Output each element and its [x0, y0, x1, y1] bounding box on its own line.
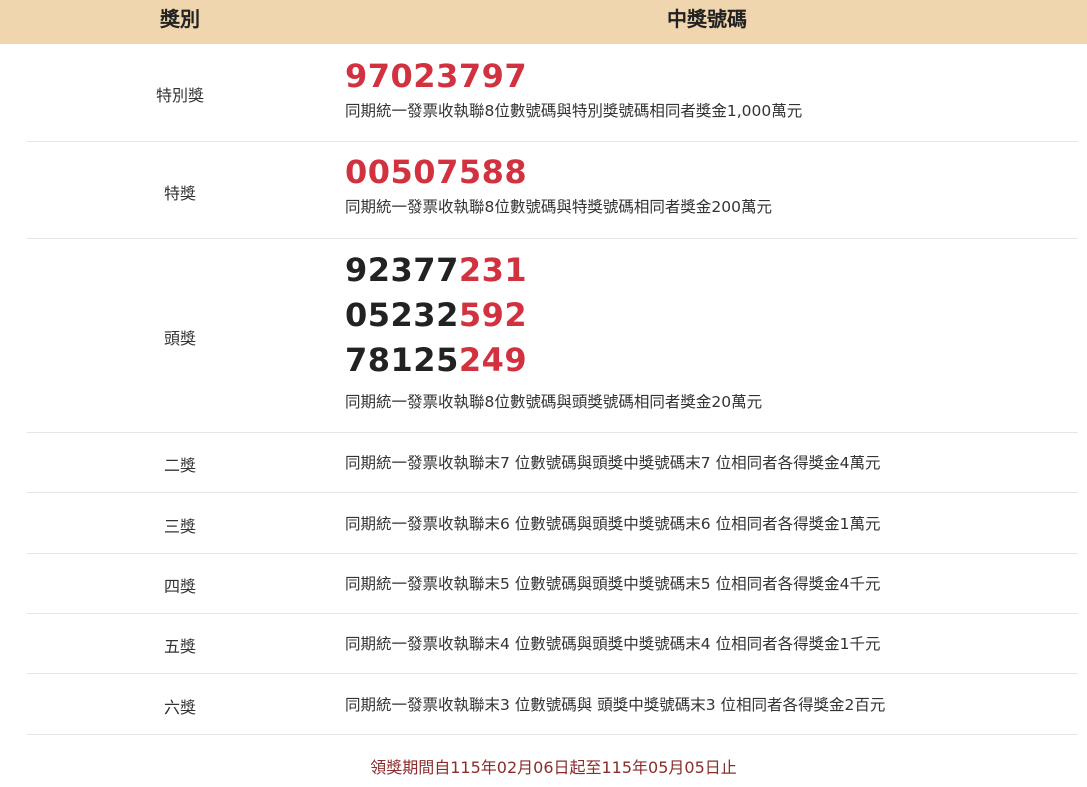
first-prize-number: 78125249 [345, 338, 762, 382]
prize-description: 同期統一發票收執聯8位數號碼與特獎號碼相同者獎金200萬元 [345, 198, 772, 216]
table-row-fourth-prize: 四獎 同期統一發票收執聯末5 位數號碼與頭獎中獎號碼末5 位相同者各得獎金4千元 [27, 554, 1078, 614]
grand-prize-number: 00507588 [345, 153, 528, 191]
prize-description: 同期統一發票收執聯8位數號碼與特別獎號碼相同者獎金1,000萬元 [345, 102, 803, 120]
prize-description: 同期統一發票收執聯末7 位數號碼與頭獎中獎號碼末7 位相同者各得獎金4萬元 [345, 454, 881, 472]
prize-description: 同期統一發票收執聯8位數號碼與頭獎號碼相同者獎金20萬元 [345, 393, 763, 411]
prize-table-page: 獎別 中獎號碼 特別獎 97023797 同期統一發票收執聯8位數號碼與特別獎號… [0, 0, 1087, 787]
table-row-third-prize: 三獎 同期統一發票收執聯末6 位數號碼與頭獎中獎號碼末6 位相同者各得獎金1萬元 [27, 493, 1078, 554]
table-row-first-prize: 頭獎 92377231 05232592 78125249 同期統一發票收執聯8… [27, 239, 1078, 433]
table-header: 獎別 中獎號碼 [0, 0, 1087, 44]
prize-name: 五獎 [163, 637, 196, 656]
claim-period-note: 領獎期間自115年02月06日起至115年05月05日止 [370, 758, 737, 777]
number-tail: 592 [458, 296, 528, 334]
table-row-second-prize: 二獎 同期統一發票收執聯末7 位數號碼與頭獎中獎號碼末7 位相同者各得獎金4萬元 [27, 433, 1078, 493]
header-prize-column: 獎別 [160, 7, 200, 31]
prize-name: 四獎 [163, 577, 196, 596]
number-head: 78125 [345, 341, 459, 379]
prize-name: 二獎 [163, 456, 196, 475]
number-head: 05232 [345, 296, 459, 334]
first-prize-number: 05232592 [345, 293, 762, 337]
number-tail: 249 [458, 341, 528, 379]
first-prize-number: 92377231 [345, 248, 762, 292]
prize-name: 六獎 [163, 698, 196, 717]
table-row-fifth-prize: 五獎 同期統一發票收執聯末4 位數號碼與頭獎中獎號碼末4 位相同者各得獎金1千元 [27, 614, 1078, 674]
prize-description: 同期統一發票收執聯末5 位數號碼與頭獎中獎號碼末5 位相同者各得獎金4千元 [345, 575, 881, 593]
special-prize-number: 97023797 [345, 57, 528, 95]
prize-name: 特獎 [163, 184, 196, 203]
number-tail: 231 [458, 251, 528, 289]
table-row-special-prize: 特別獎 97023797 同期統一發票收執聯8位數號碼與特別獎號碼相同者獎金1,… [27, 44, 1078, 142]
table-row-sixth-prize: 六獎 同期統一發票收執聯末3 位數號碼與 頭獎中獎號碼末3 位相同者各得獎金2百… [27, 674, 1078, 735]
prize-description: 同期統一發票收執聯末6 位數號碼與頭獎中獎號碼末6 位相同者各得獎金1萬元 [345, 515, 881, 533]
prize-name: 頭獎 [163, 329, 196, 348]
table-row-grand-prize: 特獎 00507588 同期統一發票收執聯8位數號碼與特獎號碼相同者獎金200萬… [27, 142, 1078, 239]
header-number-column: 中獎號碼 [667, 7, 747, 31]
prize-description: 同期統一發票收執聯末3 位數號碼與 頭獎中獎號碼末3 位相同者各得獎金2百元 [345, 696, 886, 714]
number-head: 92377 [345, 251, 459, 289]
prize-description: 同期統一發票收執聯末4 位數號碼與頭獎中獎號碼末4 位相同者各得獎金1千元 [345, 635, 881, 653]
prize-name: 三獎 [163, 517, 196, 536]
prize-name: 特別獎 [155, 86, 204, 105]
